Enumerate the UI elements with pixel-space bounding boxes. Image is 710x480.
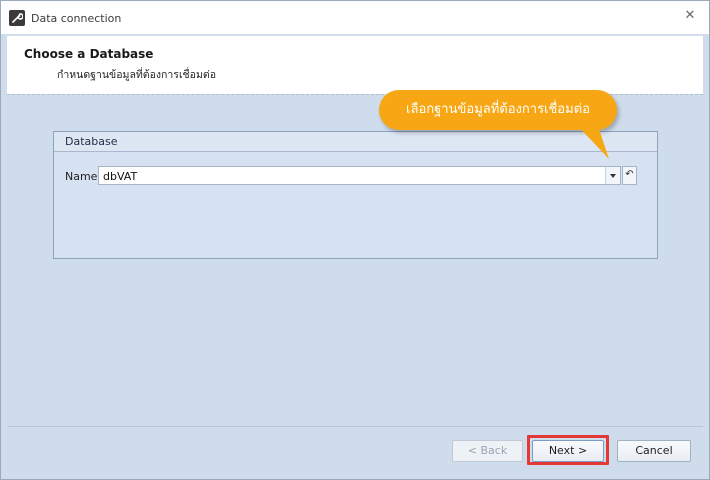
name-label: Name xyxy=(65,170,98,183)
next-button-highlight xyxy=(527,435,609,465)
group-caption: Database xyxy=(54,132,657,152)
page-title: Choose a Database xyxy=(24,47,154,61)
page-subtitle: กำหนดฐานข้อมูลที่ต้องการเชื่อมต่อ xyxy=(57,69,217,81)
callout-tail xyxy=(575,123,609,159)
cancel-button[interactable]: Cancel xyxy=(617,440,691,462)
close-icon[interactable]: ✕ xyxy=(683,9,697,23)
database-name-dropdown[interactable]: dbVAT xyxy=(98,166,621,185)
reset-button[interactable]: ↶ xyxy=(622,166,637,185)
database-name-value[interactable]: dbVAT xyxy=(103,170,137,183)
wrench-icon xyxy=(9,10,25,26)
database-group: Database Name dbVAT ↶ xyxy=(53,131,658,259)
title-bar: Data connection ✕ xyxy=(1,1,709,34)
wizard-header: Choose a Database กำหนดฐานข้อมูลที่ต้องก… xyxy=(7,35,703,94)
chevron-down-icon[interactable] xyxy=(605,167,620,184)
window-title: Data connection xyxy=(31,12,122,25)
footer-divider xyxy=(7,426,703,428)
data-connection-window: Data connection ✕ Choose a Database กำหน… xyxy=(0,0,710,480)
back-button[interactable]: < Back xyxy=(452,440,523,462)
